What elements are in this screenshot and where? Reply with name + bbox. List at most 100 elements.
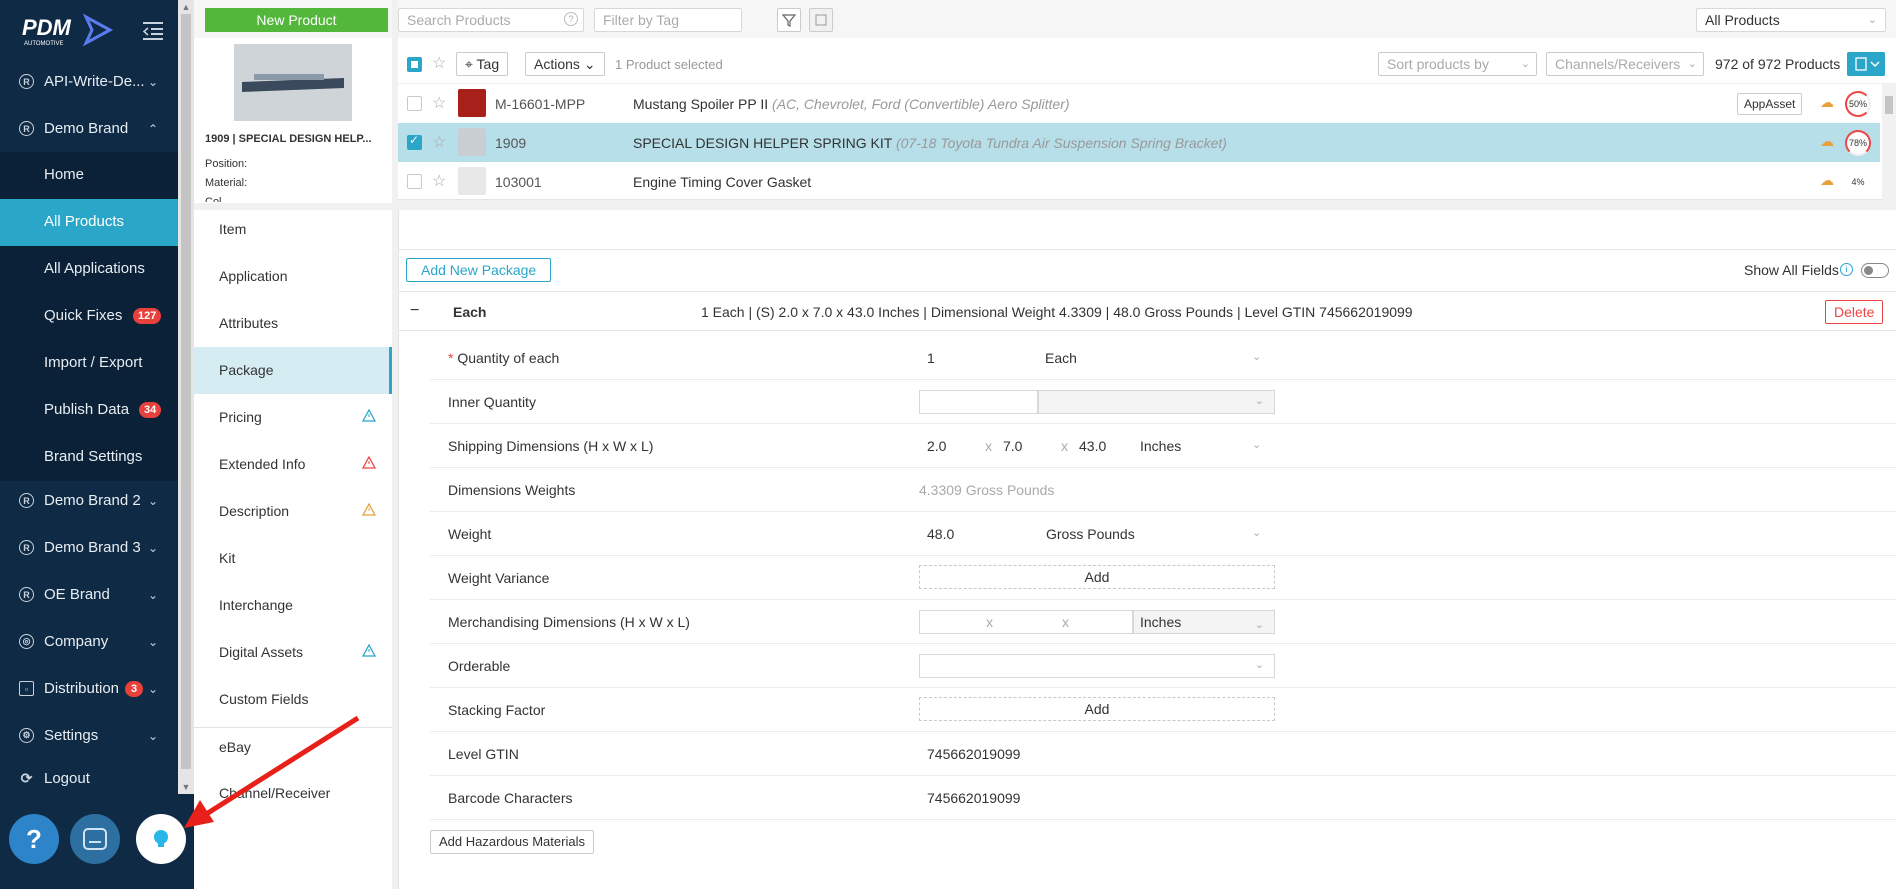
tab-attributes[interactable]: Attributes [194, 300, 392, 347]
product-image[interactable] [234, 44, 352, 121]
search-input[interactable]: Search Products [398, 8, 584, 32]
actions-button[interactable]: Actions ⌄ [525, 52, 605, 76]
sidebar-sub-import-export[interactable]: Import / Export [0, 340, 178, 387]
registered-icon: R [19, 493, 34, 508]
appasset-tag[interactable]: AppAsset [1737, 93, 1803, 115]
tab-item[interactable]: Item [194, 206, 392, 253]
package-header[interactable]: − Each 1 Each | (S) 2.0 x 7.0 x 43.0 Inc… [398, 291, 1896, 331]
help-button[interactable]: ? [9, 814, 59, 864]
tab-pricing[interactable]: Pricing [194, 394, 392, 441]
row-checkbox[interactable] [407, 174, 422, 189]
package-summary: 1 Each | (S) 2.0 x 7.0 x 43.0 Inches | D… [701, 304, 1413, 320]
toggle-knob [1864, 266, 1873, 275]
chat-button[interactable] [70, 814, 120, 864]
sidebar-sub-brand-settings[interactable]: Brand Settings [0, 434, 178, 481]
sidebar-item-settings[interactable]: ⚙ Settings ⌄ [0, 712, 178, 759]
sidebar-item-demo-brand-2[interactable]: R Demo Brand 2 ⌄ [0, 477, 178, 524]
sidebar-item-oe-brand[interactable]: R OE Brand ⌄ [0, 571, 178, 618]
sidebar-sub-all-applications[interactable]: All Applications [0, 246, 178, 293]
package-name: Each [453, 304, 487, 320]
tab-interchange[interactable]: Interchange [194, 582, 392, 629]
collapse-icon[interactable]: − [410, 302, 419, 320]
inner-quantity-unit-select[interactable]: ⌄ [1038, 390, 1275, 414]
sidebar-item-demo-brand[interactable]: R Demo Brand ⌃ [0, 105, 178, 152]
sidebar-scrollbar[interactable]: ▲ ▼ [178, 0, 194, 794]
table-row[interactable]: ☆ M-16601-MPP Mustang Spoiler PP II (AC,… [398, 84, 1880, 123]
filter-button[interactable] [777, 8, 801, 32]
shipping-length-input[interactable]: 43.0 [1079, 438, 1106, 454]
tab-channel-receiver[interactable]: Channel/Receiver [194, 770, 392, 817]
sidebar-item-demo-brand-3[interactable]: R Demo Brand 3 ⌄ [0, 524, 178, 571]
sidebar-item-distribution[interactable]: ▫ Distribution 3 ⌄ [0, 665, 178, 712]
weight-unit-select[interactable]: Gross Pounds [1046, 526, 1135, 542]
shipping-unit-select[interactable]: Inches [1140, 438, 1181, 454]
saved-filter-button[interactable] [809, 8, 833, 32]
weight-variance-add-button[interactable]: Add [919, 565, 1275, 589]
shipping-height-input[interactable]: 2.0 [927, 438, 946, 454]
tag-button[interactable]: ⌖ Tag [456, 52, 509, 76]
sidebar-sub-publish-data[interactable]: Publish Data 34 [0, 387, 178, 434]
field-row-quantity: * Quantity of each [430, 336, 1896, 380]
product-card-title: 1909 | SPECIAL DESIGN HELP... [205, 133, 372, 145]
merchandising-dimensions-input[interactable]: x x [919, 610, 1133, 634]
stacking-factor-add-button[interactable]: Add [919, 697, 1275, 721]
orderable-select[interactable]: ⌄ [919, 654, 1275, 678]
product-thumbnail[interactable] [458, 89, 486, 117]
list-scrollbar[interactable] [1882, 84, 1896, 200]
warning-triangle-icon [362, 409, 376, 422]
table-row-selected[interactable]: ✓ ☆ 1909 SPECIAL DESIGN HELPER SPRING KI… [398, 123, 1880, 162]
tab-digital-assets[interactable]: Digital Assets [194, 629, 392, 676]
inner-quantity-input[interactable] [919, 390, 1038, 414]
delete-button[interactable]: Delete [1825, 300, 1884, 324]
gear-icon: ⚙ [19, 728, 34, 743]
tab-application[interactable]: Application [194, 253, 392, 300]
product-thumbnail[interactable] [458, 167, 486, 195]
product-thumbnail[interactable] [458, 128, 486, 156]
pdm-logo[interactable]: PDM AUTOMOTIVE [22, 11, 122, 49]
star-icon[interactable]: ☆ [432, 132, 446, 152]
channels-select[interactable]: Channels/Receivers ⌄ [1546, 52, 1704, 76]
table-row[interactable]: ☆ 103001 Engine Timing Cover Gasket ☁ 4% [398, 162, 1880, 201]
tab-kit[interactable]: Kit [194, 535, 392, 582]
scroll-down-icon[interactable]: ▼ [178, 780, 194, 794]
select-all-checkbox[interactable] [407, 57, 422, 72]
star-icon[interactable]: ☆ [432, 93, 446, 113]
tab-extended-info[interactable]: Extended Info [194, 441, 392, 488]
star-icon[interactable]: ☆ [432, 171, 446, 191]
sidebar-item-company[interactable]: ◎ Company ⌄ [0, 618, 178, 665]
sidebar-item-api-write[interactable]: R API-Write-De... ⌄ [0, 58, 178, 105]
sidebar-sub-home[interactable]: Home [0, 152, 178, 199]
view-select[interactable]: All Products ⌄ [1696, 8, 1886, 32]
cloud-icon: ☁ [1820, 133, 1834, 149]
star-icon[interactable]: ☆ [432, 53, 446, 73]
tag-filter-input[interactable]: Filter by Tag [594, 8, 742, 32]
level-gtin-value[interactable]: 745662019099 [927, 746, 1020, 762]
tab-ebay[interactable]: eBay [194, 724, 392, 771]
add-hazardous-materials-button[interactable]: Add Hazardous Materials [430, 830, 594, 854]
shipping-width-input[interactable]: 7.0 [1003, 438, 1022, 454]
quantity-unit-select[interactable]: Each [1045, 350, 1077, 366]
scroll-up-icon[interactable]: ▲ [178, 0, 194, 14]
scrollbar-thumb[interactable] [181, 14, 191, 769]
row-checkbox[interactable]: ✓ [407, 133, 422, 150]
tab-package[interactable]: Package [194, 347, 392, 394]
collapse-menu-icon[interactable] [141, 20, 165, 42]
sidebar-sub-quick-fixes[interactable]: Quick Fixes 127 [0, 293, 178, 340]
tab-description[interactable]: Description [194, 488, 392, 535]
product-material: Material: [205, 177, 248, 189]
scrollbar-thumb[interactable] [1885, 96, 1893, 114]
add-new-package-button[interactable]: Add New Package [406, 258, 552, 282]
new-product-button[interactable]: New Product [205, 8, 388, 32]
sort-select[interactable]: Sort products by ⌄ [1378, 52, 1537, 76]
export-button[interactable] [1847, 52, 1885, 76]
row-checkbox[interactable] [407, 96, 422, 111]
weight-input[interactable]: 48.0 [927, 526, 954, 542]
quantity-input[interactable]: 1 [927, 350, 935, 366]
tab-custom-fields[interactable]: Custom Fields [194, 676, 392, 723]
barcode-value[interactable]: 745662019099 [927, 790, 1020, 806]
help-circle-icon[interactable]: ? [564, 12, 578, 26]
show-all-fields-toggle[interactable] [1861, 263, 1889, 278]
merchandising-unit-select[interactable]: Inches ⌄ [1133, 610, 1275, 634]
lightbulb-button[interactable] [136, 814, 186, 864]
sidebar-sub-all-products[interactable]: All Products [0, 199, 178, 246]
